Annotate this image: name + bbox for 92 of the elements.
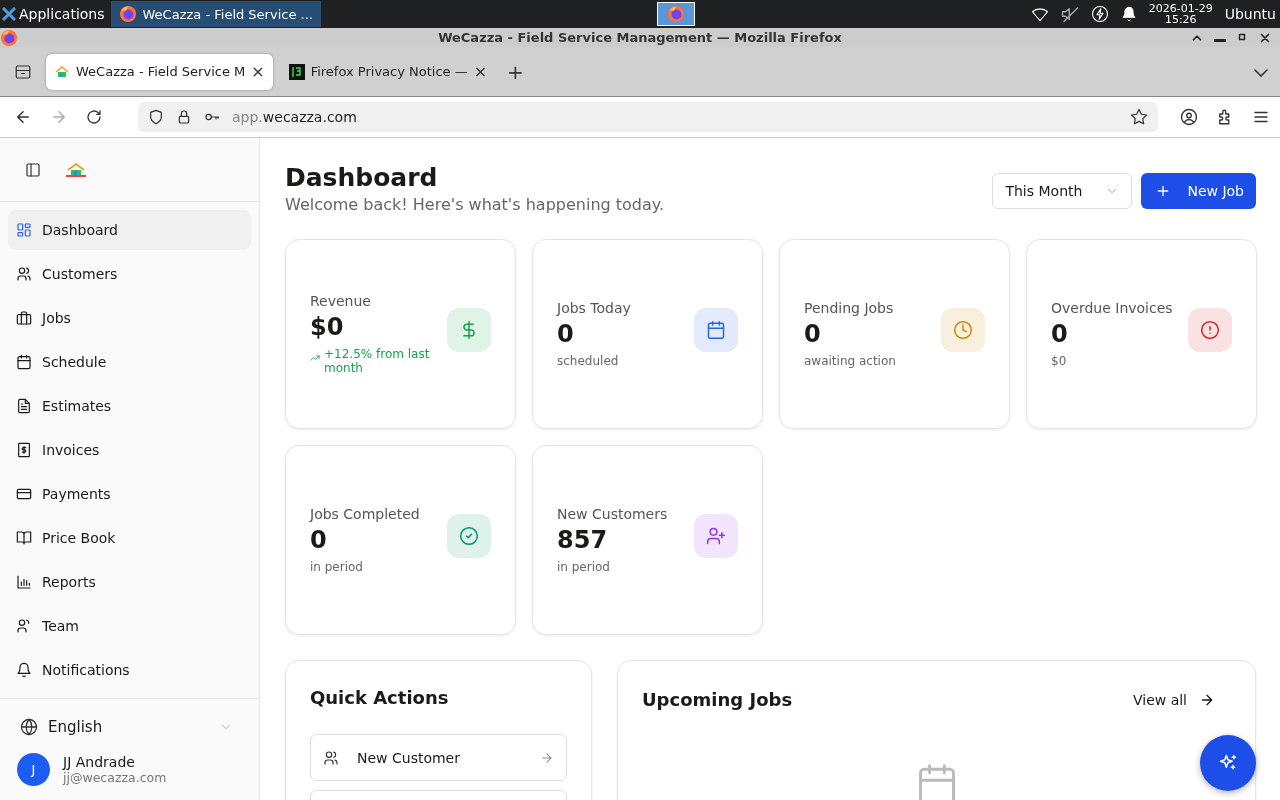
trend-up-icon [310,353,320,363]
user-menu[interactable]: Ubuntu [1224,6,1276,22]
briefcase-icon [16,310,32,326]
book-icon [16,530,32,546]
stat-value: 0 [804,320,822,348]
page-title: Dashboard [285,162,439,194]
user-email: jj@wecazza.com [63,770,167,785]
forward-icon [50,108,68,126]
browser-tab[interactable]: WeCazza - Field Service M × [46,53,273,90]
stat-note: scheduled [557,354,620,368]
credit-card-icon [16,486,32,502]
users-icon [323,749,339,766]
user-avatar: J [17,753,50,786]
view-all-link[interactable]: View all [1126,690,1221,709]
sidebar-item[interactable]: Dashboard [8,210,251,250]
muted-speaker-icon [1060,5,1079,23]
arrow-right-icon [540,750,554,765]
window-title: WeCazza - Field Service Management — Mozilla Firefox [438,30,842,45]
stat-value: 0 [310,526,328,554]
dashboard-icon [16,222,32,238]
bar-chart-icon [16,574,32,590]
sidebar-item[interactable]: Team [8,606,251,646]
stat-value: 0 [1051,320,1069,348]
stat-label: Revenue [310,293,372,309]
close-tab-button[interactable]: × [473,62,488,81]
sidebar-item[interactable]: Invoices [8,430,251,470]
sidebar-item[interactable]: Schedule [8,342,251,382]
page-subtitle: Welcome back! Here's what's happening today. [285,195,665,214]
globe-icon [20,718,38,736]
bookmark-star-icon [1130,108,1148,126]
firefox-icon [666,5,685,23]
stat-value: 857 [557,526,609,554]
firefox-icon [0,28,18,47]
back-icon [14,108,32,126]
reload-icon [86,109,102,125]
workspace-button[interactable] [656,2,695,26]
sidebar-item[interactable]: Estimates [8,386,251,426]
stat-label: Overdue Invoices [1051,300,1174,316]
sidebar-item[interactable]: Reports [8,562,251,602]
taskbar-window-button[interactable]: WeCazza - Field Service ... [110,1,321,27]
tray-icon [14,62,32,81]
stat-label: New Customers [557,506,669,522]
logo-icon [65,161,87,178]
minimize-icon [1214,38,1226,42]
terminal-icon [288,63,305,80]
url-text: app.wecazza.com [232,109,358,125]
stat-trend: +12.5% from last month [324,347,431,375]
applications-menu[interactable]: Applications [19,6,105,22]
logo-icon [54,64,70,79]
lock-icon [176,109,192,125]
stat-label: Jobs Today [557,300,632,316]
card-title: Upcoming Jobs [642,689,793,710]
stat-note: in period [557,560,611,574]
team-icon [16,618,32,634]
bell-icon [16,662,32,678]
period-select[interactable]: This Month [992,173,1133,209]
stat-note: in period [310,560,364,574]
language-select[interactable]: English [8,707,251,747]
users-icon [16,266,32,282]
stat-value: $0 [310,313,345,341]
power-icon [1090,5,1109,23]
sidebar-item[interactable]: Jobs [8,298,251,338]
stat-label: Pending Jobs [804,300,895,316]
new-tab-button[interactable]: + [499,55,532,88]
sidebar-item[interactable]: Payments [8,474,251,514]
clock[interactable]: 2026-01-29 15:26 [1148,3,1213,25]
shield-icon [148,109,164,125]
stat-value: 0 [557,320,575,348]
sidebar-item[interactable]: Price Book [8,518,251,558]
sidebar-item[interactable]: Customers [8,254,251,294]
tab-list-icon [1254,69,1268,77]
stat-note: $0 [1051,354,1068,368]
sidebar-item[interactable]: Notifications [8,650,251,690]
stat-note: awaiting action [804,354,897,368]
close-tab-button[interactable]: × [251,62,265,81]
browser-tab[interactable]: Firefox Privacy Notice — × [280,53,496,90]
wifi-icon [1030,5,1049,23]
invoice-icon [16,442,32,458]
bell-icon [1120,6,1137,22]
account-icon [1180,108,1198,126]
assistant-button[interactable] [1200,735,1256,791]
stat-label: Jobs Completed [310,506,421,522]
firefox-icon [118,5,137,23]
calendar-icon [16,354,32,370]
quick-action-button[interactable]: New Customer [310,734,567,781]
user-name: JJ Andrade [63,754,136,770]
card-title: Quick Actions [310,687,450,708]
document-icon [16,398,32,414]
new-job-button[interactable]: New Job [1141,173,1256,209]
sidebar-toggle-icon [25,161,41,178]
address-bar[interactable]: app.wecazza.com [138,102,1158,132]
applications-menu-icon [2,7,16,21]
